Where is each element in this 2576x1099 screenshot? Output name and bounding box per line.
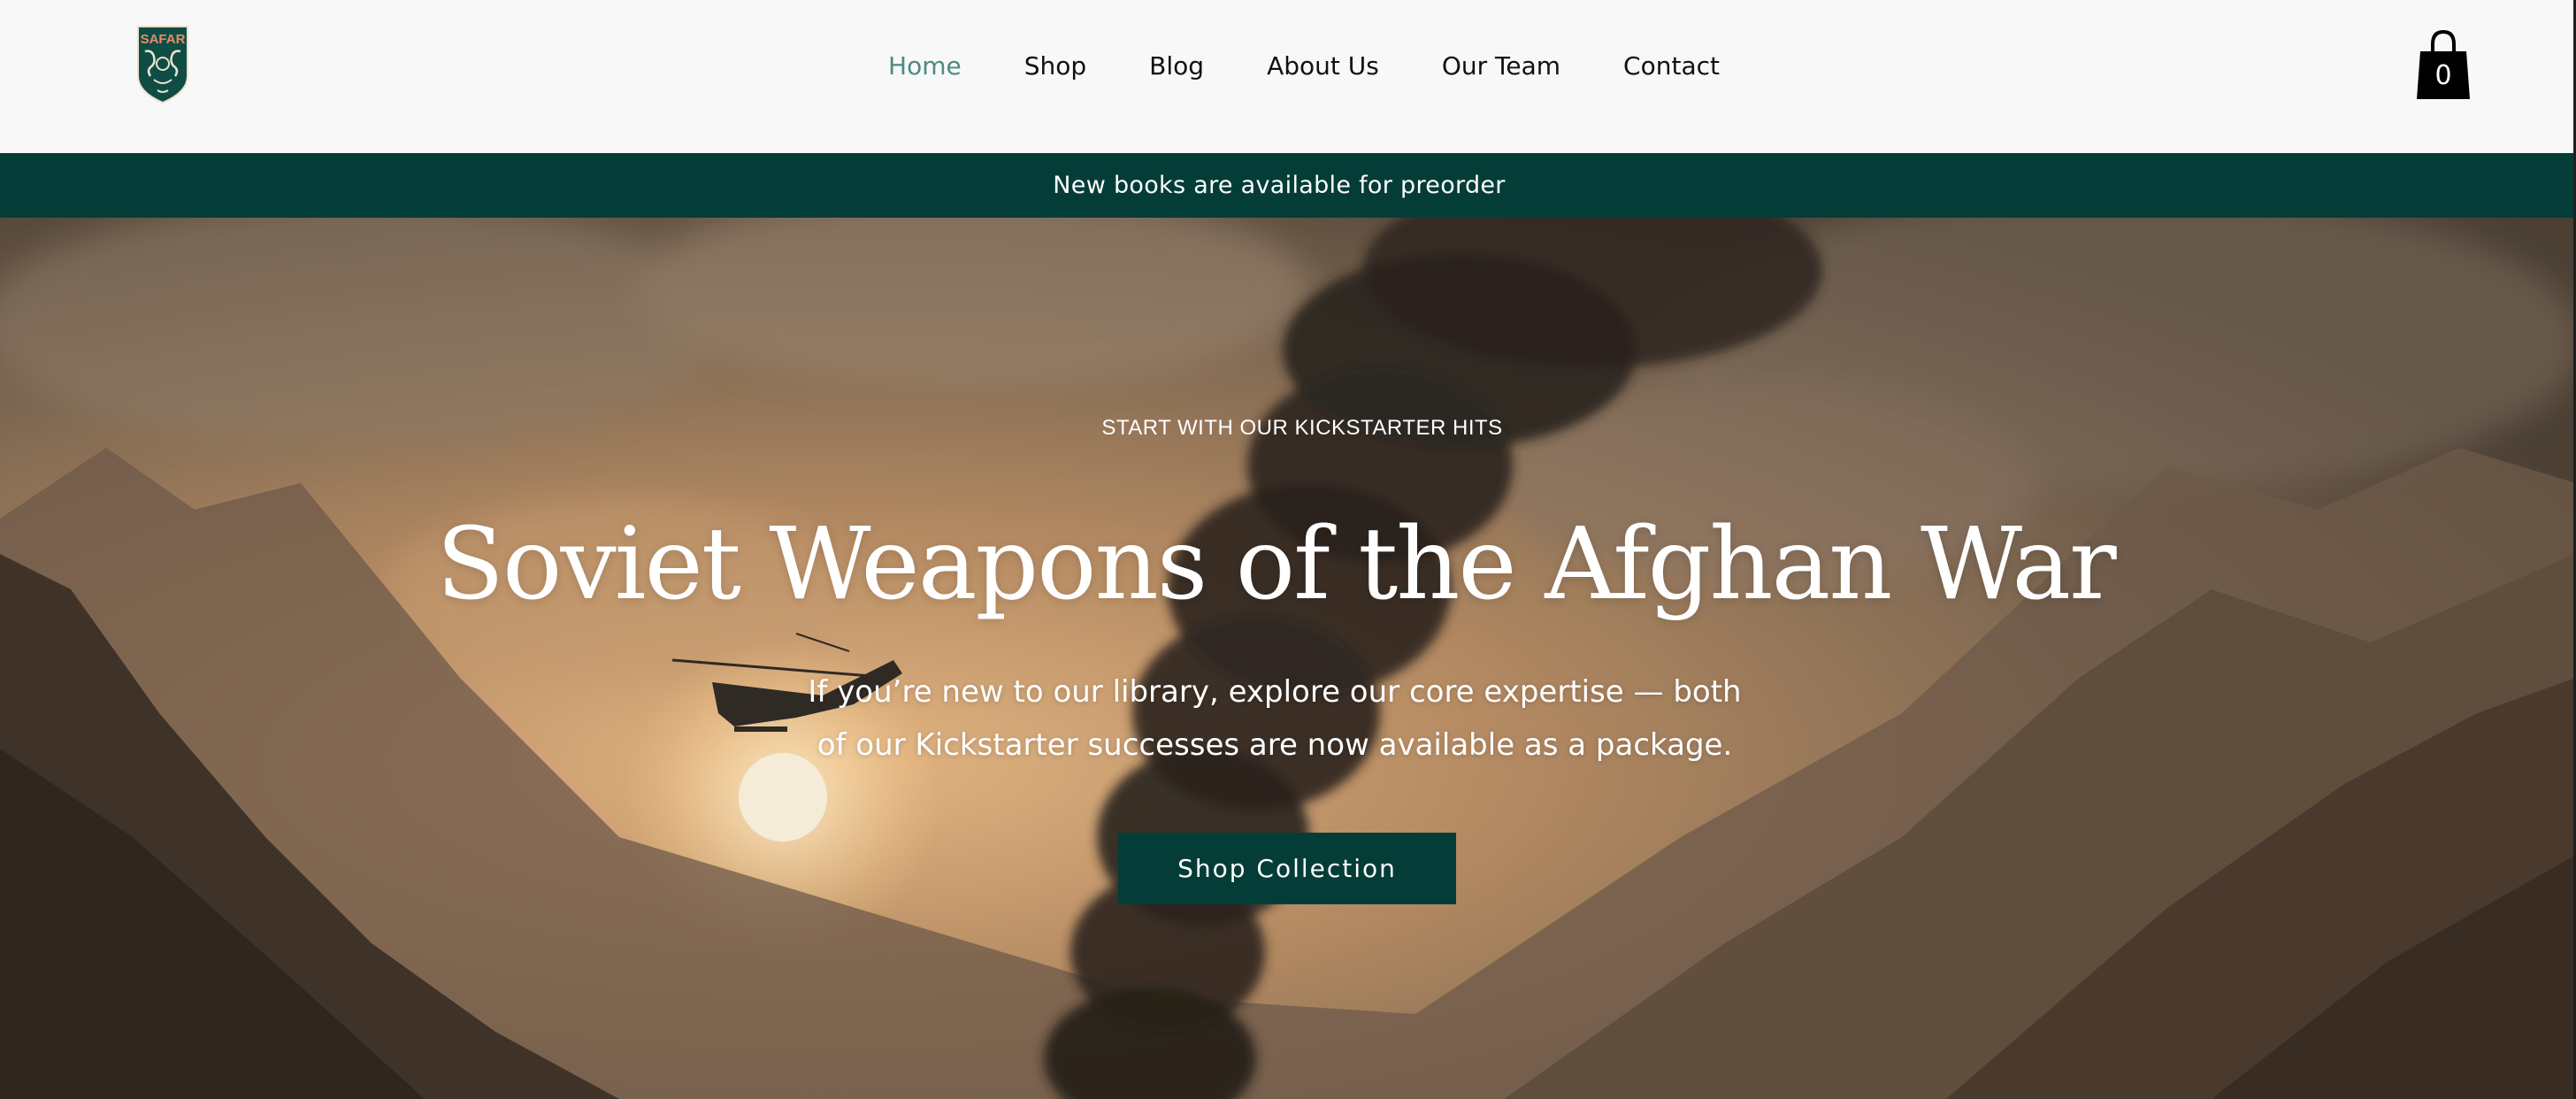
announcement-text: New books are available for preorder [1053,172,1506,199]
site-logo[interactable]: SAFAR [134,25,191,104]
main-nav: Home Shop Blog About Us Our Team Contact [0,0,2576,131]
nav-item-contact[interactable]: Contact [1623,51,1720,81]
nav-item-shop[interactable]: Shop [1024,51,1086,81]
hero-title: Soviet Weapons of the Afghan War [436,507,2116,622]
hero-description: If you’re new to our library, explore ou… [808,674,1742,763]
cart-count: 0 [2434,60,2452,91]
site-header: SAFAR Home Shop Blog About Us Our Team C… [0,0,2576,153]
cart-button[interactable]: 0 [2415,28,2472,101]
hero-section: START WITH OUR KICKSTARTER HITS Soviet W… [0,218,2576,1099]
hero-content: START WITH OUR KICKSTARTER HITS Soviet W… [0,218,2576,1099]
nav-item-blog[interactable]: Blog [1149,51,1204,81]
svg-text:SAFAR: SAFAR [141,32,186,47]
shield-logo-icon: SAFAR [137,26,188,104]
nav-item-home[interactable]: Home [888,51,962,81]
hero-eyebrow: START WITH OUR KICKSTARTER HITS [1101,416,1503,440]
nav-item-about-us[interactable]: About Us [1267,51,1379,81]
announcement-bar: New books are available for preorder [0,153,2576,218]
nav-list: Home Shop Blog About Us Our Team Contact [888,51,1720,81]
shop-collection-button[interactable]: Shop Collection [1118,833,1456,904]
nav-item-our-team[interactable]: Our Team [1442,51,1560,81]
